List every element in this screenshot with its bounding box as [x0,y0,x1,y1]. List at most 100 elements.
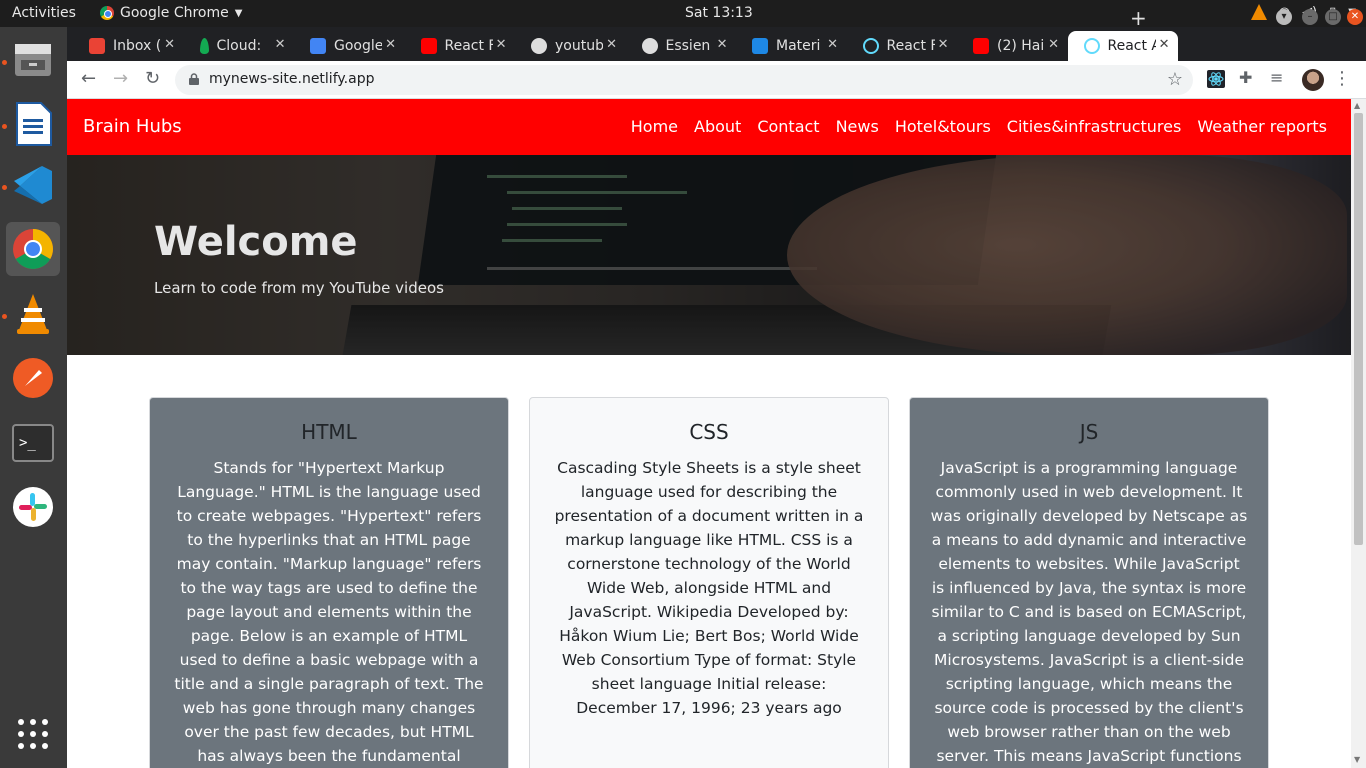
page-viewport: Brain Hubs Home About Contact News Hotel… [67,99,1351,768]
close-tab-icon[interactable]: ✕ [164,37,175,52]
app-menu-label: Google Chrome [120,5,229,21]
forward-button[interactable]: → [113,68,128,89]
github-icon [641,38,658,54]
chrome-icon [100,6,114,20]
tab-title: youtub [555,38,603,54]
avatar[interactable] [1302,69,1324,91]
svg-text:>_: >_ [19,435,36,451]
scrollbar-thumb[interactable] [1354,113,1363,545]
tab-title: Google [334,38,382,54]
scroll-up-arrow-icon[interactable]: ▲ [1354,101,1360,110]
back-button[interactable]: ← [81,68,96,89]
mongodb-leaf-icon [199,38,209,54]
card-title: JS [1079,420,1099,444]
youtube-icon [420,38,437,54]
tab-title: Cloud: [216,38,262,54]
browser-toolbar: ← → ↻ mynews-site.netlify.app ☆ ✚ ≡ ⋮ [67,61,1366,99]
github-icon [531,38,547,54]
youtube-icon [973,38,989,54]
react-icon [862,38,879,54]
chrome-app-icon[interactable] [6,222,60,276]
nav-link-home[interactable]: Home [631,117,678,136]
card-title: CSS [689,420,729,444]
tab-title: (2) Hai [997,38,1045,54]
close-tab-icon[interactable]: ✕ [1159,37,1170,52]
browser-tab[interactable]: Materi ✕ [736,31,846,61]
media-queue-icon[interactable]: ≡ [1270,68,1283,87]
extensions-puzzle-icon[interactable]: ✚ [1239,68,1252,87]
libreoffice-writer-icon[interactable] [6,97,60,151]
card-title: HTML [301,420,357,444]
scroll-down-arrow-icon[interactable]: ▼ [1354,755,1360,764]
tab-title: React F [444,38,493,54]
nav-link-about[interactable]: About [694,117,741,136]
nav-link-news[interactable]: News [836,117,879,136]
browser-tab[interactable]: Inbox (✕ [73,31,183,61]
browser-tab[interactable]: (2) Hai ✕ [957,31,1067,61]
card-text: Stands for "Hypertext Markup Language." … [174,459,484,765]
close-tab-icon[interactable]: ✕ [385,37,396,52]
page-scrollbar[interactable]: ▲ ▼ [1351,99,1366,768]
tab-title: Inbox ( [113,38,161,54]
browser-tab[interactable]: youtub ✕ [515,31,625,61]
google-maps-icon [310,38,326,54]
postman-icon[interactable] [6,351,60,405]
card-html: HTML Stands for "Hypertext Markup Langua… [149,397,509,768]
react-icon [1083,38,1100,54]
nav-link-hotel-tours[interactable]: Hotel&tours [895,117,991,136]
minimize-button[interactable]: – [1302,9,1318,25]
slack-icon[interactable] [6,480,60,534]
browser-tab[interactable]: React A✕ [1067,31,1178,61]
close-window-button[interactable]: ✕ [1347,9,1363,25]
site-nav-links: Home About Contact News Hotel&tours Citi… [631,117,1327,136]
card-text: Cascading Style Sheets is a style sheet … [554,459,864,717]
new-tab-button[interactable]: + [1130,6,1147,30]
site-brand[interactable]: Brain Hubs [83,116,182,137]
browser-tab[interactable]: React F ✕ [405,31,515,61]
terminal-icon[interactable]: >_ [6,416,60,470]
tab-strip: Inbox (✕ Cloud: ✕ Google ✕ React F ✕ youtub ✕ Ess… [67,27,1366,61]
browser-tab[interactable]: React F ✕ [847,31,957,61]
app-menu[interactable]: Google Chrome ▼ [100,5,242,21]
card-text: JavaScript is a programming language com… [930,459,1248,765]
maximize-button[interactable]: □ [1325,9,1341,25]
react-devtools-extension-icon[interactable] [1207,70,1225,88]
nav-link-weather[interactable]: Weather reports [1197,117,1327,136]
url-text: mynews-site.netlify.app [209,71,375,87]
bookmark-star-icon[interactable]: ☆ [1167,69,1183,90]
nav-link-contact[interactable]: Contact [757,117,819,136]
reload-button[interactable]: ↻ [145,68,160,89]
close-tab-icon[interactable]: ✕ [938,37,949,52]
close-tab-icon[interactable]: ✕ [275,37,286,52]
close-tab-icon[interactable]: ✕ [496,37,507,52]
chevron-down-icon: ▼ [234,7,243,19]
vlc-app-icon[interactable] [6,287,60,341]
tab-title: Materi [776,38,821,54]
material-ui-icon [752,38,768,54]
close-tab-icon[interactable]: ✕ [606,37,617,52]
card-js: JS JavaScript is a programming language … [909,397,1269,768]
system-top-bar: Activities Google Chrome ▼ Sat 13:13 ◠ ◀… [0,0,1366,27]
address-bar[interactable]: mynews-site.netlify.app ☆ [175,65,1193,95]
tab-title: React F [886,38,935,54]
browser-tab[interactable]: Essien ✕ [626,31,736,61]
close-tab-icon[interactable]: ✕ [827,37,838,52]
show-applications-icon[interactable] [6,707,60,761]
close-tab-icon[interactable]: ✕ [717,37,728,52]
menu-kebab-icon[interactable]: ⋮ [1333,68,1351,89]
browser-tab[interactable]: Cloud: ✕ [184,31,294,61]
tab-search-icon[interactable]: ▾ [1276,9,1292,25]
tab-title: Essien [665,38,711,54]
hero-subtitle: Learn to code from my YouTube videos [154,279,444,297]
vlc-tray-icon[interactable] [1250,4,1267,20]
hero-title: Welcome [154,219,358,265]
hero-banner: Welcome Learn to code from my YouTube vi… [67,155,1351,355]
files-app-icon[interactable] [6,33,60,87]
clock[interactable]: Sat 13:13 [685,5,753,21]
nav-link-cities[interactable]: Cities&infrastructures [1007,117,1182,136]
close-tab-icon[interactable]: ✕ [1048,37,1059,52]
browser-tab[interactable]: Google ✕ [294,31,404,61]
site-navbar: Brain Hubs Home About Contact News Hotel… [67,99,1351,155]
vscode-icon[interactable] [6,158,60,212]
activities-button[interactable]: Activities [12,5,76,21]
